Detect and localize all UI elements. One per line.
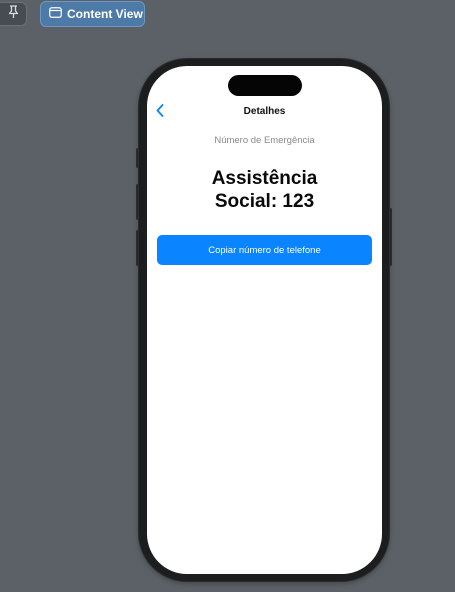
- dynamic-island: [228, 75, 302, 96]
- pin-icon: [7, 4, 20, 24]
- copy-phone-number-button[interactable]: Copiar número de telefone: [157, 235, 372, 265]
- content-view-label: Content View: [67, 7, 143, 21]
- nav-title: Detalhes: [243, 106, 286, 117]
- phone-screen: Detalhes Número de Emergência Assistênci…: [147, 66, 382, 574]
- power-button: [389, 208, 392, 266]
- volume-down-button: [136, 230, 139, 266]
- emergency-title-line-2: Social: 123: [214, 191, 315, 212]
- action-button: [136, 148, 139, 168]
- emergency-subtitle: Número de Emergência: [214, 135, 315, 146]
- window-icon: [49, 7, 62, 21]
- content-view-button[interactable]: Content View: [40, 1, 145, 27]
- volume-up-button: [136, 184, 139, 220]
- pin-button[interactable]: [0, 2, 27, 26]
- xcode-preview-canvas: Content View Detalhes Número de Emergênc…: [0, 0, 455, 592]
- emergency-title-line-1: Assistência: [211, 168, 318, 189]
- emergency-number-title: Assistência Social: 123: [157, 167, 372, 213]
